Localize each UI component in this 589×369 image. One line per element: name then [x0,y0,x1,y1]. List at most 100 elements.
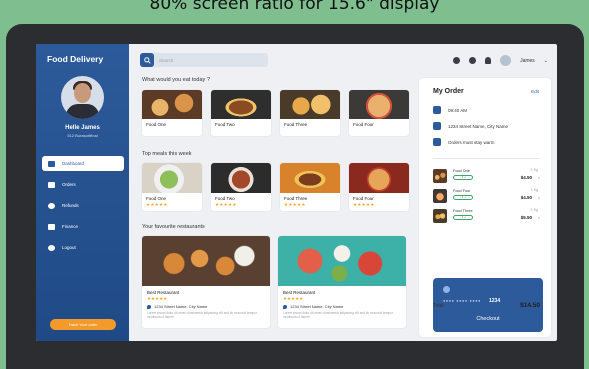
meal-name: Food Two [215,196,235,201]
order-title: My Order [433,88,464,95]
restaurant-address: 1234 Street Name, City Name [278,302,406,309]
meal-card[interactable]: Food Four ★★★★★ [349,163,409,211]
settings-icon[interactable] [469,57,477,64]
restaurant-cards: Best Restaurant ★★★★★ 1234 Street Name, … [142,236,406,328]
rating-stars: ★★★★★ [283,296,304,301]
orders-icon [48,181,55,188]
bell-icon[interactable] [485,57,492,64]
order-item: Food One - 1 + 1 Kg $4.50 × [433,168,541,186]
search-bar[interactable]: Search [140,53,268,67]
order-address: 1234 Street Name, City Name [433,122,508,130]
card-exp-label: EXP [499,312,505,316]
top-avatar[interactable] [500,55,512,66]
food-image [349,90,409,119]
top-user-name[interactable]: James [520,58,535,64]
eat-section-title: What would you eat today ? [142,77,210,83]
app-screen: Food Delivery Helle James 512 Burasortfi… [36,44,557,341]
meal-image [211,163,271,193]
sidebar-item-finance[interactable]: Finance [42,219,124,234]
food-card[interactable]: Food One [142,90,202,136]
dashboard-icon [48,160,55,167]
fav-section-title: Your favourite restaurants [142,224,205,230]
location-pin-icon [283,304,287,309]
remove-item-icon[interactable]: × [538,215,540,220]
user-name: Helle James [65,125,100,131]
item-name: Food Four [453,189,471,193]
top-meal-cards: Food One ★★★★★ Food Two ★★★★★ Food Three ★★… [142,163,409,211]
logout-icon [48,244,55,251]
card-holder: ILLEANA [443,317,457,321]
meal-name: Food Four [353,196,374,201]
brand-title: Food Delivery [47,54,104,64]
order-item: Food Four - 1 + 1 Kg $4.50 × [433,188,541,206]
sidebar-item-label: Finance [62,224,79,229]
eat-cards: Food One Food Two Food Three Food Four [142,90,409,136]
search-button[interactable] [140,53,154,67]
restaurant-name: Best Restaurant [147,290,180,295]
restaurant-card[interactable]: Best Restaurant ★★★★★ 1234 Street Name, … [278,236,406,328]
top-meals-title: Top meals this week [142,151,192,157]
avatar[interactable] [61,76,104,119]
item-weight: 1 Kg [530,168,538,172]
food-image [142,90,202,119]
sidebar: Food Delivery Helle James 512 Burasortfi… [36,44,129,341]
meal-image [349,163,409,193]
caption: 80% screen ratio for 15.6" display [149,0,440,14]
item-price: $4.50 [520,195,532,200]
item-price: $4.50 [520,175,532,180]
edit-order-link[interactable]: Edit [531,89,539,94]
food-name: Food Three [284,122,308,127]
food-name: Food One [146,122,167,127]
restaurant-address: 1234 Street Name, City Name [142,302,270,309]
card-cvv: 123 [523,317,529,321]
user-subtitle: 512 Burasortfinal [67,133,98,138]
food-card[interactable]: Food Three [280,90,340,136]
remove-item-icon[interactable]: × [538,175,540,180]
chevron-down-icon[interactable]: ⌄ [544,58,548,64]
item-thumbnail [433,169,447,183]
rating-stars: ★★★★★ [146,202,168,207]
item-weight: 1 Kg [530,208,538,212]
sidebar-item-label: Refunds [62,203,79,208]
sidebar-item-dashboard[interactable]: Dashboard [42,156,124,171]
food-image [211,90,271,119]
meal-image [142,163,202,193]
sidebar-item-orders[interactable]: Orders [42,177,124,192]
search-icon [143,56,151,64]
location-pin-icon [147,304,151,309]
quantity-stepper[interactable]: - 1 + [453,175,473,180]
clock-icon [433,106,441,114]
note-icon [433,138,441,146]
food-name: Food Four [353,122,374,127]
item-name: Food One [453,169,470,173]
item-thumbnail [433,209,447,223]
food-card[interactable]: Food Four [349,90,409,136]
sidebar-item-logout[interactable]: Logout [42,240,124,255]
rating-stars: ★★★★★ [147,296,168,301]
help-icon[interactable] [453,57,461,64]
sidebar-item-label: Dashboard [62,161,85,166]
quantity-stepper[interactable]: - 1 + [453,195,473,200]
item-thumbnail [433,189,447,203]
meal-image [280,163,340,193]
divider [433,158,539,159]
card-exp: 12/24 [499,317,507,321]
meal-card[interactable]: Food One ★★★★★ [142,163,202,211]
restaurant-card[interactable]: Best Restaurant ★★★★★ 1234 Street Name, … [142,236,270,328]
order-item: Food Three - 1 + 1 Kg $5.50 × [433,208,541,226]
track-order-button[interactable]: Track Your order [50,319,116,330]
top-actions: James ⌄ [453,55,548,66]
search-input[interactable]: Search [159,58,173,63]
meal-card[interactable]: Food Three ★★★★★ [280,163,340,211]
card-holder-label: CARD HOLDER [443,312,464,316]
restaurant-description: Lorem ipsum dolor sit amet consectetur a… [283,311,394,319]
order-time: 09:40 AM [433,106,467,114]
meal-card[interactable]: Food Two ★★★★★ [211,163,271,211]
payment-card[interactable]: ●●●● ●●●● ●●●● 1234 CARD HOLDER ILLEANA … [433,278,543,332]
restaurant-image [278,236,406,286]
quantity-stepper[interactable]: - 1 + [453,215,473,220]
sidebar-item-refunds[interactable]: Refunds [42,198,124,213]
food-card[interactable]: Food Two [211,90,271,136]
remove-item-icon[interactable]: × [538,195,540,200]
card-cvv-label: CVV [523,312,529,316]
